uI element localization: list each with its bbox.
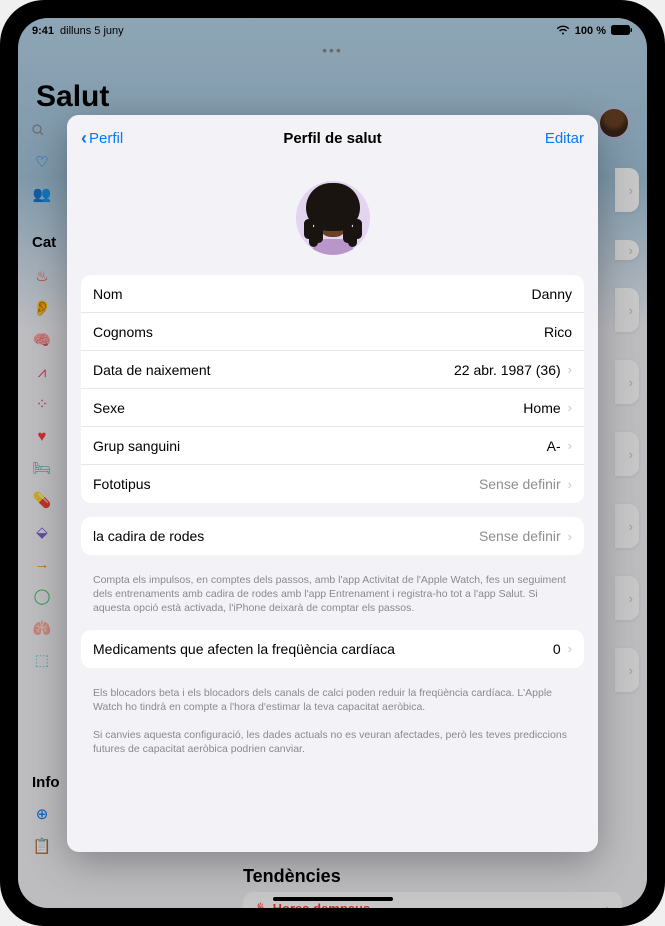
row-value: 22 abr. 1987 (36) xyxy=(454,362,561,378)
modal-title: Perfil de salut xyxy=(283,130,381,147)
row-label: la cadira de rodes xyxy=(93,528,204,544)
wheelchair-footer: Compta els impulsos, en comptes dels pas… xyxy=(81,569,584,630)
wheelchair-row[interactable]: la cadira de rodes Sense definir › xyxy=(81,517,584,555)
personal-row: Cognoms Rico xyxy=(81,313,584,351)
health-profile-modal: ‹ Perfil Perfil de salut Editar xyxy=(67,115,598,852)
chevron-right-icon: › xyxy=(568,400,572,415)
back-label: Perfil xyxy=(89,130,123,147)
row-label: Sexe xyxy=(93,400,125,416)
ipad-frame: 9:41 dilluns 5 juny 100 % ••• Salut ♡ xyxy=(0,0,665,926)
modal-body: Nom Danny Cognoms Rico Data de naixement 22 a… xyxy=(67,161,598,852)
personal-row[interactable]: Sexe Home › xyxy=(81,389,584,427)
back-button[interactable]: ‹ Perfil xyxy=(81,128,123,149)
personal-row: Nom Danny xyxy=(81,275,584,313)
personal-row[interactable]: Fototipus Sense definir › xyxy=(81,465,584,503)
personal-info-section: Nom Danny Cognoms Rico Data de naixement 22 a… xyxy=(81,275,584,503)
row-label: Cognoms xyxy=(93,324,153,340)
chevron-right-icon: › xyxy=(568,477,572,492)
row-value: Sense definir xyxy=(479,528,561,544)
row-value: Danny xyxy=(532,286,572,302)
screen: 9:41 dilluns 5 juny 100 % ••• Salut ♡ xyxy=(18,18,647,908)
profile-avatar[interactable] xyxy=(296,181,370,255)
edit-button[interactable]: Editar xyxy=(545,130,584,147)
chevron-right-icon: › xyxy=(568,641,572,656)
row-label: Nom xyxy=(93,286,123,302)
medications-section: Medicaments que afecten la freqüència ca… xyxy=(81,630,584,668)
personal-row[interactable]: Data de naixement 22 abr. 1987 (36) › xyxy=(81,351,584,389)
row-label: Medicaments que afecten la freqüència ca… xyxy=(93,641,395,657)
row-value: Rico xyxy=(544,324,572,340)
chevron-left-icon: ‹ xyxy=(81,128,87,149)
row-value: 0 xyxy=(553,641,561,657)
row-label: Grup sanguini xyxy=(93,438,180,454)
chevron-right-icon: › xyxy=(568,438,572,453)
home-indicator[interactable] xyxy=(273,897,393,901)
row-value: A- xyxy=(547,438,561,454)
chevron-right-icon: › xyxy=(568,529,572,544)
medications-footer-2: Si canvies aquesta configuració, les dad… xyxy=(81,728,584,770)
row-label: Data de naixement xyxy=(93,362,211,378)
medication-row[interactable]: Medicaments que afecten la freqüència ca… xyxy=(81,630,584,668)
medications-footer-1: Els blocadors beta i els blocadors dels … xyxy=(81,682,584,728)
chevron-right-icon: › xyxy=(568,362,572,377)
row-value: Sense definir xyxy=(479,476,561,492)
row-label: Fototipus xyxy=(93,476,151,492)
row-value: Home xyxy=(523,400,560,416)
wheelchair-section: la cadira de rodes Sense definir › xyxy=(81,517,584,555)
personal-row[interactable]: Grup sanguini A- › xyxy=(81,427,584,465)
modal-header: ‹ Perfil Perfil de salut Editar xyxy=(67,115,598,161)
